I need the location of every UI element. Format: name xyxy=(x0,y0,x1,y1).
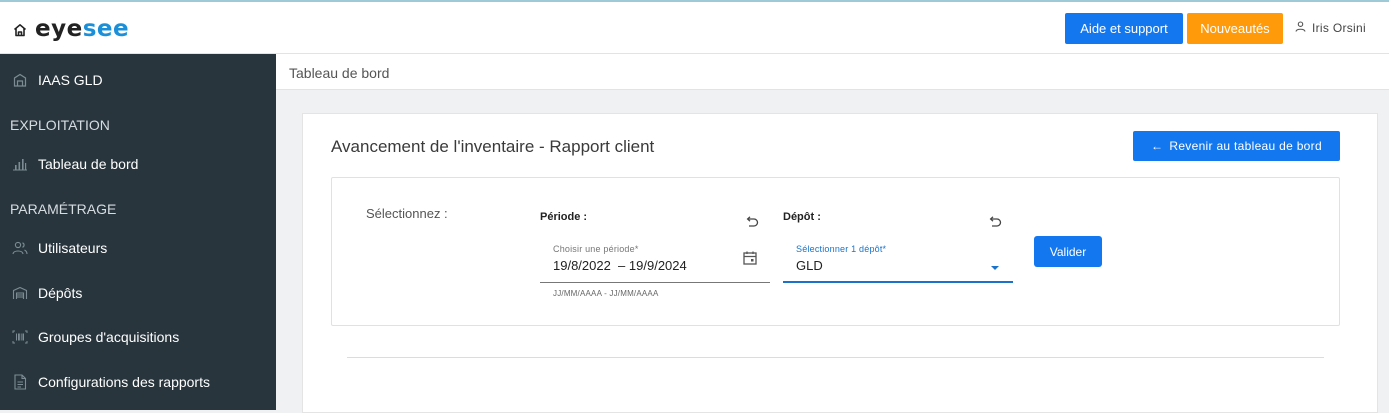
filter-panel: Sélectionnez : Période : Choisir une pér… xyxy=(331,177,1340,326)
depot-field-label: Sélectionner 1 dépôt* xyxy=(796,244,887,254)
depot-value: GLD xyxy=(796,258,823,273)
depot-label: Dépôt : xyxy=(783,211,821,223)
help-support-button[interactable]: Aide et support xyxy=(1065,13,1183,44)
sidebar-item-label: Tableau de bord xyxy=(38,156,139,172)
logo-text: eyesee xyxy=(35,18,129,41)
period-reset-icon[interactable] xyxy=(744,214,760,230)
period-field[interactable]: Choisir une période* 19/8/2022 – 19/9/20… xyxy=(553,244,687,273)
divider xyxy=(347,357,1324,358)
sidebar-item-label: Dépôts xyxy=(38,285,83,301)
arrow-left-icon: ← xyxy=(1151,139,1164,153)
page-title: Avancement de l'inventaire - Rapport cli… xyxy=(331,137,655,156)
select-label: Sélectionnez : xyxy=(366,206,448,221)
back-to-dashboard-button[interactable]: ← Revenir au tableau de bord xyxy=(1133,131,1340,161)
sidebar-item-label: Utilisateurs xyxy=(38,240,108,256)
barcode-icon xyxy=(12,329,28,345)
bar-chart-icon xyxy=(12,156,28,172)
depot-reset-icon[interactable] xyxy=(987,214,1003,230)
calendar-icon[interactable] xyxy=(742,250,758,271)
user-name: Iris Orsini xyxy=(1312,21,1366,35)
sidebar-item-users[interactable]: Utilisateurs xyxy=(0,228,276,268)
period-underline xyxy=(540,282,770,283)
users-icon xyxy=(12,240,28,256)
validate-button[interactable]: Valider xyxy=(1034,236,1102,267)
building-icon xyxy=(12,72,28,88)
sidebar-item-label: Groupes d'acquisitions xyxy=(38,329,180,345)
sidebar-item-depots[interactable]: Dépôts xyxy=(0,273,276,313)
sidebar-item-label: IAAS GLD xyxy=(38,72,103,88)
section-exploitation: EXPLOITATION xyxy=(10,117,110,133)
warehouse-icon xyxy=(12,285,28,301)
back-button-label: Revenir au tableau de bord xyxy=(1169,139,1322,153)
sidebar-item-report-configs[interactable]: Configurations des rapports xyxy=(0,362,276,402)
sidebar-item-dashboard[interactable]: Tableau de bord xyxy=(0,144,276,184)
document-icon xyxy=(12,374,28,390)
top-bar: eyesee Aide et support Nouveautés Iris O… xyxy=(0,0,1389,54)
period-hint: JJ/MM/AAAA - JJ/MM/AAAA xyxy=(553,289,659,298)
logo-text-eye: eye xyxy=(35,16,83,42)
report-card: Avancement de l'inventaire - Rapport cli… xyxy=(302,113,1378,413)
depot-underline xyxy=(783,281,1013,283)
breadcrumb-current[interactable]: Tableau de bord xyxy=(289,65,389,81)
sidebar: IAAS GLD EXPLOITATION Tableau de bord PA… xyxy=(0,54,276,410)
period-label: Période : xyxy=(540,211,588,223)
home-icon xyxy=(13,23,27,37)
period-value: 19/8/2022 – 19/9/2024 xyxy=(553,258,687,273)
sidebar-item-org[interactable]: IAAS GLD xyxy=(0,60,276,100)
chevron-down-icon[interactable] xyxy=(990,258,1000,276)
user-menu[interactable]: Iris Orsini xyxy=(1295,21,1366,35)
user-icon xyxy=(1295,21,1306,35)
app-logo[interactable]: eyesee xyxy=(13,18,129,41)
period-field-label: Choisir une période* xyxy=(553,244,639,254)
news-button[interactable]: Nouveautés xyxy=(1187,13,1283,44)
logo-text-see: see xyxy=(82,16,130,42)
section-parametrage: PARAMÉTRAGE xyxy=(10,201,117,217)
sidebar-item-acquisition-groups[interactable]: Groupes d'acquisitions xyxy=(0,317,276,357)
sidebar-item-label: Configurations des rapports xyxy=(38,374,210,390)
breadcrumb: Tableau de bord xyxy=(276,54,1389,90)
depot-select[interactable]: Sélectionner 1 dépôt* GLD xyxy=(796,244,886,273)
